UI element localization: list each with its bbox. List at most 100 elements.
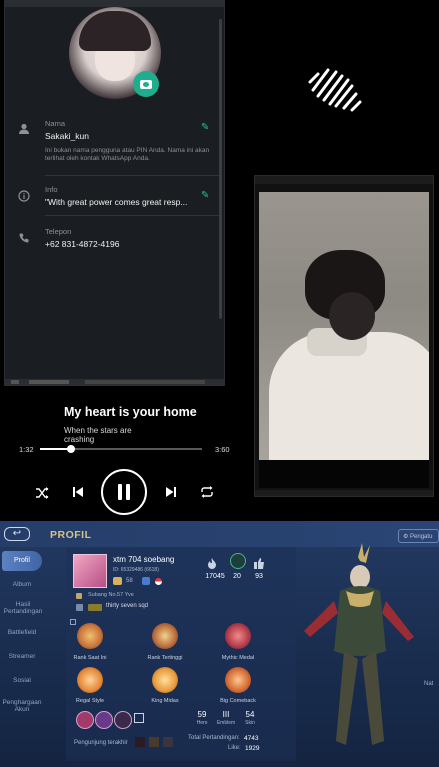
info-icon [17,189,31,203]
medal-current-rank[interactable] [77,623,103,649]
name-label: Nama [45,119,66,128]
sidebar-item-social[interactable]: Sosial [0,677,44,684]
hero-count: 59 [197,710,207,719]
location-icon [76,593,82,599]
scrollbar[interactable] [219,19,222,319]
username: xtm 704 soebang [113,555,175,564]
medal-king-midas[interactable] [152,667,178,693]
repeat-icon[interactable] [199,484,215,500]
level-value: 58 [126,578,133,584]
medal-label: Rank Tertinggi [147,655,183,661]
visitor-avatar[interactable] [135,737,145,747]
edit-info-icon[interactable]: ✎ [201,191,211,201]
phone-label: Telepon [45,227,72,236]
phone-value: +62 831-4872-4196 [45,239,120,249]
medal-label: Mythic Medal [221,655,255,661]
info-value[interactable]: "With great power comes great resp... [45,197,197,207]
likes-value: 1929 [245,745,260,752]
info-label: Info [45,185,58,194]
video-letterbox [259,460,429,488]
song-title: My heart is your home [64,405,197,419]
medal-label: Rank Saat Ini [73,655,107,661]
charm-value: 20 [233,573,241,580]
camera-button[interactable] [133,71,159,97]
edit-icon[interactable] [134,713,144,723]
player-avatar[interactable] [73,554,107,588]
back-button[interactable]: ↩ [4,527,30,541]
page-title: PROFIL [50,529,92,541]
squad-name: thirty seven sqd [106,603,149,609]
name-hint: Ini bukan nama pengguna atau PIN Anda. N… [45,147,210,162]
status-strip [255,176,433,184]
squad-badge [88,604,102,611]
medal-label: Big Comeback [220,698,256,704]
medal-highest-rank[interactable] [152,623,178,649]
player-id: ID: 65329486 (6618) [113,567,159,573]
thumbs-up-icon [254,556,266,569]
edit-name-icon[interactable]: ✎ [201,123,211,133]
elapsed-time: 1:32 [19,445,34,454]
video-preview-panel [254,175,434,497]
flag-icon [155,578,162,585]
waveform-logo [308,68,362,112]
rank-icon [142,577,150,585]
previous-icon[interactable] [70,484,86,500]
phone-icon [17,231,31,245]
progress-knob[interactable] [66,445,75,453]
location-text: Subang No.57 Yve [88,592,134,598]
lyric-line: When the stars are crashing [64,426,132,444]
skin-count-label: Skin [245,720,255,726]
person-icon [17,122,31,136]
popularity-value: 17045 [205,573,225,580]
visitors-label: Pengunjung terakhir [74,740,128,746]
next-icon[interactable] [163,484,179,500]
name-value[interactable]: Sakaki_kun [45,131,89,141]
squad-icon [76,604,83,611]
star-icon [230,553,246,569]
hero-count-label: Hero [196,720,208,726]
settings-label: Pengatu [410,534,433,540]
pause-button[interactable] [101,469,147,515]
visitor-avatar[interactable] [163,737,173,747]
refresh-icon[interactable] [70,619,76,625]
badge-icon [113,577,122,585]
emblem-label: Emblem [216,720,236,726]
likes-count: 93 [255,573,263,580]
sidebar-item-achievements[interactable]: Penghargaan Akun [0,699,44,713]
editor-timeline-bar [255,490,433,496]
whatsapp-profile-panel: Nama Sakaki_kun ✎ Ini bukan nama penggun… [4,0,225,386]
divider [45,175,221,176]
sidebar-item-streamer[interactable]: Streamer [0,653,44,660]
game-profile-screen: ↩ PROFIL ⚙ Pengatu Profil Album Hasil Pe… [0,521,439,767]
medal-label: Regal Style [75,698,105,704]
likes-label: Like: [228,745,241,751]
skin-count: 54 [245,710,255,719]
side-fragment: Nat [424,681,434,687]
sidebar-item-profil[interactable]: Profil [2,551,42,571]
figure-face [329,292,375,340]
total-matches-value: 4743 [244,735,259,742]
sidebar-item-album[interactable]: Album [0,581,44,588]
avatar-hair [79,11,151,51]
emblem-level: III [222,710,230,719]
sidebar-item-battlefield[interactable]: Battlefield [0,629,44,636]
pause-icon [118,484,122,500]
medal-mythic[interactable] [225,623,251,649]
editor-timeline-bar [5,379,224,385]
hero-character [304,543,414,745]
camera-icon [140,79,152,89]
visitor-avatar[interactable] [149,737,159,747]
medal-regal-style[interactable] [77,667,103,693]
total-matches-label: Total Pertandingan: [188,735,240,741]
flame-icon [207,557,221,569]
hero-avatar[interactable] [95,711,113,729]
medal-big-comeback[interactable] [225,667,251,693]
video-frame [259,192,429,460]
shuffle-icon[interactable] [34,485,50,501]
duration-time: 3:60 [215,445,230,454]
hero-avatar[interactable] [114,711,132,729]
sidebar-item-match-history[interactable]: Hasil Pertandingan [0,601,46,615]
divider [45,215,221,216]
medal-label: King Midas [151,698,179,704]
hero-avatar[interactable] [76,711,94,729]
